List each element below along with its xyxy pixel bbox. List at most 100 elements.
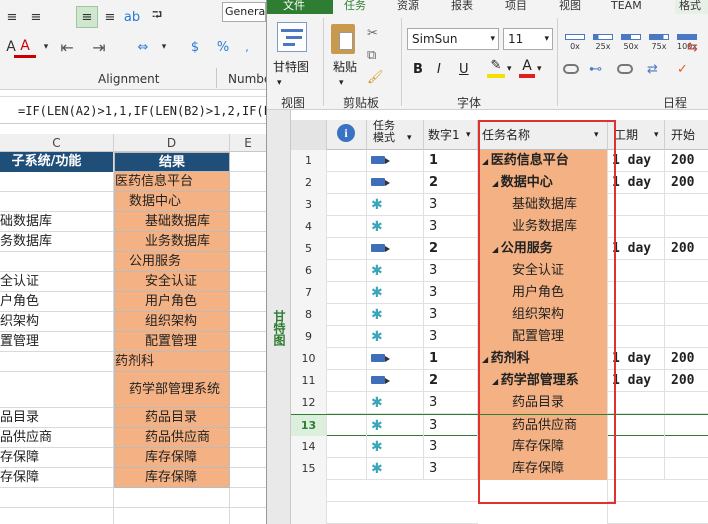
font-name-select[interactable]: SimSun ▾ <box>407 28 499 50</box>
row-number[interactable]: 13 <box>291 415 327 437</box>
start-cell[interactable] <box>665 216 708 238</box>
cell-c[interactable]: 务数据库 <box>0 232 114 252</box>
cell-c[interactable]: 存保障 <box>0 468 114 488</box>
merge-center-icon[interactable]: ⇔ <box>132 36 154 58</box>
number1-column-header[interactable]: 数字1 ▾ <box>424 120 478 150</box>
row-number[interactable]: 4 <box>291 216 327 238</box>
empty-row[interactable] <box>291 502 708 524</box>
unlink-tasks-icon[interactable]: ⊷ <box>589 62 602 77</box>
cell-c[interactable]: 品供应商 <box>0 428 114 448</box>
task-mode-cell[interactable]: ✱ <box>367 392 424 414</box>
align-right-icon[interactable]: ≡ <box>100 6 120 28</box>
row-number[interactable]: 15 <box>291 458 327 480</box>
cell-d[interactable]: 基础数据库 <box>114 212 230 232</box>
cell-d[interactable]: 数据中心 <box>114 192 230 212</box>
paste-icon[interactable] <box>331 24 355 54</box>
task-mode-cell[interactable]: ✱ <box>367 282 424 304</box>
font-color-chevron-icon[interactable]: ▾ <box>40 36 52 58</box>
start-cell[interactable] <box>665 282 708 304</box>
start-cell[interactable] <box>665 194 708 216</box>
info-cell[interactable] <box>327 370 367 392</box>
collapse-triangle-icon[interactable]: ◢ <box>482 157 491 166</box>
percent-complete-button[interactable]: 75x <box>647 32 671 54</box>
task-row[interactable]: 9 ✱ 3 配置管理 <box>291 326 708 348</box>
number1-cell[interactable]: 3 <box>424 458 478 480</box>
task-name-cell[interactable]: ◢ 医药信息平台 <box>478 150 608 172</box>
collapse-triangle-icon[interactable]: ◢ <box>492 245 501 254</box>
paste-label[interactable]: 粘贴 <box>333 58 357 75</box>
cell-c[interactable] <box>0 508 114 524</box>
number1-cell[interactable]: 3 <box>424 194 478 216</box>
tab-task[interactable]: 任务 <box>333 0 377 14</box>
cell-d[interactable]: 业务数据库 <box>114 232 230 252</box>
row-number[interactable]: 10 <box>291 348 327 370</box>
task-name-cell[interactable]: ◢ 公用服务 <box>478 238 608 260</box>
task-name-cell[interactable]: 配置管理 <box>478 326 608 348</box>
info-cell[interactable] <box>327 260 367 282</box>
duration-cell[interactable]: 1 day <box>608 238 665 260</box>
row-number[interactable]: 2 <box>291 172 327 194</box>
task-row[interactable]: 8 ✱ 3 组织架构 <box>291 304 708 326</box>
number1-cell[interactable]: 3 <box>424 216 478 238</box>
task-row[interactable]: 2 2 ◢ 数据中心 1 day 200 <box>291 172 708 194</box>
cell-d[interactable]: 医药信息平台 <box>114 172 230 192</box>
paste-chevron-icon[interactable]: ▾ <box>339 78 344 88</box>
font-color-button[interactable]: A <box>519 58 535 78</box>
format-painter-icon[interactable]: 🖌 <box>367 70 384 85</box>
cell-c[interactable] <box>0 488 114 508</box>
row-number[interactable]: 8 <box>291 304 327 326</box>
task-row[interactable]: 3 ✱ 3 基础数据库 <box>291 194 708 216</box>
row-number[interactable]: 3 <box>291 194 327 216</box>
cell-c[interactable]: 存保障 <box>0 448 114 468</box>
indent-right-icon[interactable]: ⇥ <box>88 36 110 58</box>
task-row[interactable]: 6 ✱ 3 安全认证 <box>291 260 708 282</box>
duration-cell[interactable] <box>608 260 665 282</box>
task-name-cell[interactable]: 业务数据库 <box>478 216 608 238</box>
row-number[interactable]: 14 <box>291 436 327 458</box>
task-mode-cell[interactable]: ✱ <box>367 194 424 216</box>
number1-cell[interactable]: 3 <box>424 326 478 348</box>
cell-d[interactable]: 安全认证 <box>114 272 230 292</box>
info-cell[interactable] <box>327 172 367 194</box>
info-cell[interactable] <box>327 392 367 414</box>
start-cell[interactable] <box>665 326 708 348</box>
tab-team[interactable]: TEAM <box>611 0 642 14</box>
task-mode-cell[interactable]: ✱ <box>367 458 424 480</box>
task-mode-cell[interactable]: ✱ <box>367 304 424 326</box>
split-task-icon[interactable] <box>617 64 633 74</box>
wrap-text-icon[interactable]: ⮒ <box>146 6 168 28</box>
col-header-c[interactable]: C <box>0 134 114 152</box>
cell-c[interactable]: 础数据库 <box>0 212 114 232</box>
cell-d[interactable]: 药品供应商 <box>114 428 230 448</box>
link-tasks-icon[interactable] <box>563 64 579 74</box>
highlight-color-icon[interactable]: ✎ <box>487 58 505 78</box>
cell-c[interactable]: 品目录 <box>0 408 114 428</box>
cell-d[interactable] <box>114 488 230 508</box>
cell-c[interactable] <box>0 172 114 192</box>
duration-cell[interactable] <box>608 216 665 238</box>
cell-c[interactable]: 置管理 <box>0 332 114 352</box>
header-cell-c[interactable]: 子系统/功能 <box>0 152 114 172</box>
copy-icon[interactable]: ⧉ <box>367 48 376 63</box>
italic-button[interactable]: I <box>437 62 441 77</box>
info-cell[interactable] <box>327 326 367 348</box>
task-name-cell[interactable]: 用户角色 <box>478 282 608 304</box>
duration-cell[interactable]: 1 day <box>608 348 665 370</box>
task-name-cell[interactable]: 组织架构 <box>478 304 608 326</box>
cell-d[interactable]: 库存保障 <box>114 468 230 488</box>
tab-project[interactable]: 项目 <box>505 0 527 14</box>
move-icon[interactable]: ⇆ <box>687 40 698 55</box>
cell-d[interactable]: 公用服务 <box>114 252 230 272</box>
info-cell[interactable] <box>327 415 367 437</box>
respect-links-icon[interactable]: ⇄ <box>647 62 658 77</box>
task-row[interactable]: 4 ✱ 3 业务数据库 <box>291 216 708 238</box>
collapse-triangle-icon[interactable]: ◢ <box>492 179 501 188</box>
start-cell[interactable] <box>665 304 708 326</box>
duration-cell[interactable] <box>608 458 665 480</box>
task-row[interactable]: 1 1 ◢ 医药信息平台 1 day 200 <box>291 150 708 172</box>
row-number[interactable]: 11 <box>291 370 327 392</box>
task-name-cell[interactable]: 药品供应商 <box>478 415 608 437</box>
align-center-icon[interactable]: ≡ <box>76 6 98 28</box>
formula-bar[interactable]: =IF(LEN(A2)>1,1,IF(LEN(B2)>1,2,IF(LEN(C <box>0 96 266 124</box>
tab-resource[interactable]: 资源 <box>397 0 419 14</box>
